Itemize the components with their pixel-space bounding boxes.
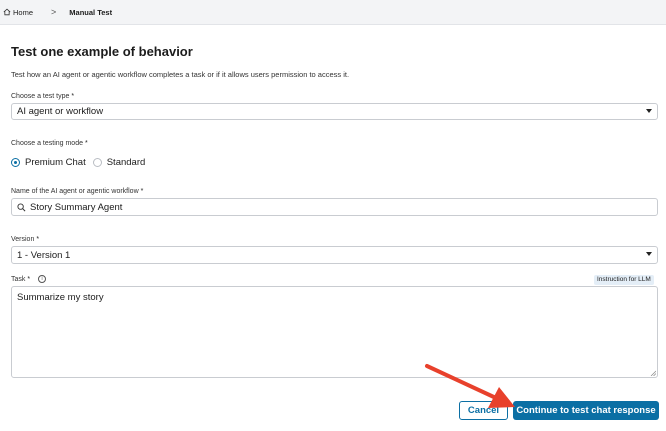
chevron-down-icon xyxy=(646,252,652,256)
breadcrumb-separator: > xyxy=(51,7,57,17)
page-title: Test one example of behavior xyxy=(11,44,193,59)
version-label-text: Version xyxy=(11,236,35,243)
agent-name-search-input[interactable]: Story Summary Agent xyxy=(11,198,658,216)
resize-grip-icon[interactable] xyxy=(650,370,656,376)
breadcrumb-home-label[interactable]: Home xyxy=(13,8,33,17)
task-value: Summarize my story xyxy=(17,292,104,303)
testing-mode-label-text: Choose a testing mode xyxy=(11,140,83,147)
search-icon xyxy=(17,202,26,211)
agent-name-label: Name of the AI agent or agentic workflow… xyxy=(11,188,143,195)
radio-premium-chat[interactable] xyxy=(11,157,20,167)
required-marker: * xyxy=(71,93,75,100)
info-icon[interactable]: i xyxy=(38,275,47,283)
task-label: Task * i xyxy=(11,275,47,283)
required-marker: * xyxy=(85,140,88,147)
agent-name-label-text: Name of the AI agent or agentic workflow xyxy=(11,188,139,195)
version-select[interactable]: 1 - Version 1 xyxy=(11,246,658,264)
test-type-label-text: Choose a test type xyxy=(11,93,70,100)
cancel-button[interactable]: Cancel xyxy=(459,401,508,420)
testing-mode-radio-group: Premium Chat Standard xyxy=(11,155,145,169)
continue-button[interactable]: Continue to test chat response xyxy=(513,401,659,420)
home-icon xyxy=(3,8,11,16)
test-type-select[interactable]: AI agent or workflow xyxy=(11,103,658,120)
radio-standard[interactable] xyxy=(92,157,102,167)
page-subtitle: Test how an AI agent or agentic workflow… xyxy=(11,70,350,79)
breadcrumb: Home > Manual Test xyxy=(0,0,666,25)
version-label: Version * xyxy=(11,236,39,243)
version-value: 1 - Version 1 xyxy=(17,249,71,261)
test-type-value: AI agent or workflow xyxy=(17,106,104,117)
chevron-down-icon xyxy=(646,109,652,113)
agent-name-value: Story Summary Agent xyxy=(30,201,123,213)
radio-standard-label[interactable]: Standard xyxy=(107,157,146,168)
task-textarea[interactable]: Summarize my story xyxy=(11,286,658,378)
test-type-label: Choose a test type * xyxy=(11,93,74,100)
required-marker: * xyxy=(140,188,144,195)
breadcrumb-current: Manual Test xyxy=(69,7,113,17)
breadcrumb-home[interactable]: Home xyxy=(3,8,33,17)
task-label-text: Task xyxy=(11,275,26,283)
testing-mode-label: Choose a testing mode * xyxy=(11,140,88,147)
required-marker: * xyxy=(27,275,31,283)
instruction-badge: Instruction for LLM xyxy=(594,275,654,285)
required-marker: * xyxy=(36,236,40,243)
radio-premium-chat-label[interactable]: Premium Chat xyxy=(25,157,86,168)
